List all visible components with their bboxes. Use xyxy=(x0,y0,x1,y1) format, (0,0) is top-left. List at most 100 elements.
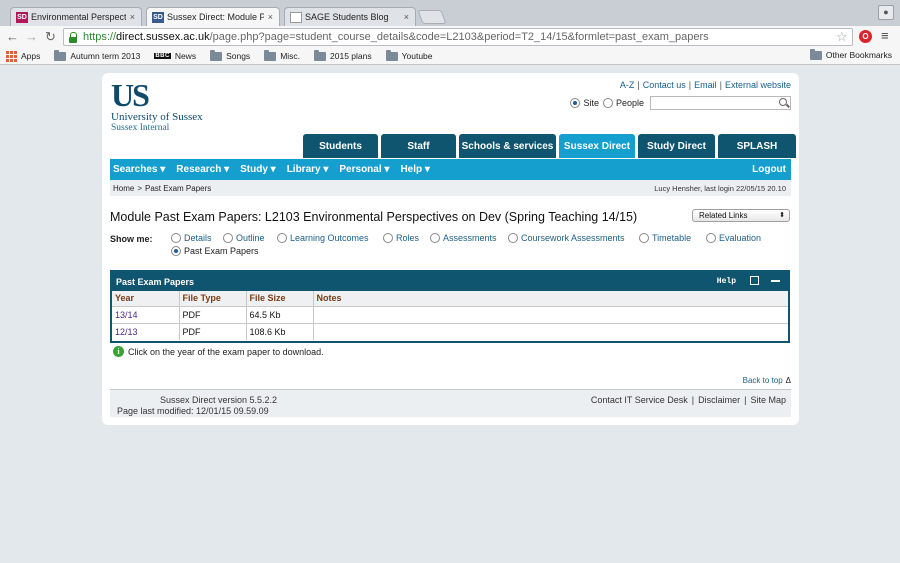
page-title: Module Past Exam Papers: L2103 Environme… xyxy=(110,210,638,224)
bookmark-songs[interactable]: Songs xyxy=(210,49,251,61)
nav-research[interactable]: Research ▾ xyxy=(176,164,229,175)
other-bookmarks[interactable]: Other Bookmarks xyxy=(809,48,892,60)
nav-study[interactable]: Study ▾ xyxy=(240,164,276,175)
link-disclaimer[interactable]: Disclaimer xyxy=(698,395,740,405)
bookmark-apps[interactable]: Apps xyxy=(6,50,40,62)
link-email[interactable]: Email xyxy=(694,80,717,90)
browser-tab-sage-blog[interactable]: SAGE Students Blog × xyxy=(284,7,416,26)
footer-links: Contact IT Service Desk | Disclaimer | Site … xyxy=(591,395,786,405)
bookmarks-bar: Apps Autumn term 2013 BBC News Songs Mis… xyxy=(0,48,900,65)
panel-header: Past Exam Papers Help xyxy=(112,272,788,291)
new-tab-button[interactable] xyxy=(417,10,447,24)
bookmark-label: Songs xyxy=(226,51,251,61)
column-header-file-type: File Type xyxy=(179,291,247,307)
folder-icon xyxy=(314,49,327,61)
browser-tab-environmental[interactable]: SD Environmental Perspective × xyxy=(10,7,142,26)
notes xyxy=(313,323,788,340)
year-link[interactable]: 12/13 xyxy=(112,323,180,340)
tab-splash[interactable]: SPLASH xyxy=(718,134,796,158)
separator: | xyxy=(744,395,747,405)
radio[interactable] xyxy=(706,233,716,243)
university-logo[interactable]: US University of Sussex Sussex Internal xyxy=(111,79,203,134)
tab-close-icon[interactable]: × xyxy=(268,12,273,22)
show-me-label: Show me: xyxy=(110,234,153,244)
option-timetable[interactable]: Timetable xyxy=(639,233,691,243)
bookmark-autumn-term[interactable]: Autumn term 2013 xyxy=(54,49,140,61)
link-site-map[interactable]: Site Map xyxy=(750,395,786,405)
radio[interactable] xyxy=(383,233,393,243)
nav-searches[interactable]: Searches ▾ xyxy=(113,164,165,175)
nav-library[interactable]: Library ▾ xyxy=(287,164,329,175)
logout-link[interactable]: Logout xyxy=(752,164,786,175)
minimize-icon[interactable] xyxy=(771,280,780,282)
menu-icon[interactable]: ≡ xyxy=(881,28,889,43)
radio[interactable] xyxy=(277,233,287,243)
nav-help[interactable]: Help ▾ xyxy=(400,164,429,175)
link-contact-us[interactable]: Contact us xyxy=(643,80,686,90)
breadcrumb-home[interactable]: Home xyxy=(113,184,134,193)
tab-students[interactable]: Students xyxy=(303,134,378,158)
radio[interactable] xyxy=(223,233,233,243)
search-input[interactable] xyxy=(650,96,791,110)
back-to-top-link[interactable]: Back to top xyxy=(743,376,783,385)
link-contact-it[interactable]: Contact IT Service Desk xyxy=(591,395,688,405)
table-row: 12/13 PDF 108.6 Kb xyxy=(112,323,788,340)
browser-tab-sussex-direct[interactable]: SD Sussex Direct: Module Pas × xyxy=(146,7,280,26)
bookmark-youtube[interactable]: Youtube xyxy=(385,49,433,61)
link-a-z[interactable]: A-Z xyxy=(620,80,635,90)
radio[interactable] xyxy=(171,233,181,243)
url-host: direct.sussex.ac.uk xyxy=(116,31,210,43)
option-outline[interactable]: Outline xyxy=(223,233,265,243)
nav-personal[interactable]: Personal ▾ xyxy=(339,164,389,175)
reload-icon[interactable]: ↻ xyxy=(45,30,56,43)
radio[interactable] xyxy=(508,233,518,243)
option-evaluation[interactable]: Evaluation xyxy=(706,233,761,243)
option-details[interactable]: Details xyxy=(171,233,212,243)
option-coursework-assessments[interactable]: Coursework Assessments xyxy=(508,233,625,243)
radio[interactable] xyxy=(430,233,440,243)
forward-icon[interactable]: → xyxy=(25,30,38,43)
page-footer: Sussex Direct version 5.5.2.2 Page last … xyxy=(110,389,791,417)
bookmark-star-icon[interactable]: ☆ xyxy=(836,29,848,45)
folder-icon xyxy=(210,49,223,61)
back-icon[interactable]: ← xyxy=(6,30,19,43)
option-roles[interactable]: Roles xyxy=(383,233,419,243)
option-label: Timetable xyxy=(652,233,692,243)
search-icon[interactable] xyxy=(779,98,787,106)
bookmark-news[interactable]: BBC News xyxy=(154,51,196,61)
other-bookmarks-label: Other Bookmarks xyxy=(825,50,892,60)
bookmark-label: Misc. xyxy=(280,51,301,61)
year-link[interactable]: 13/14 xyxy=(112,306,180,324)
extension-icon[interactable]: O xyxy=(859,30,872,43)
tab-sussex-direct[interactable]: Sussex Direct xyxy=(559,134,635,158)
main-tabs: Students Staff Schools & services Sussex… xyxy=(303,134,796,158)
option-assessments[interactable]: Assessments xyxy=(430,233,497,243)
info-text: Click on the year of the exam paper to d… xyxy=(128,346,324,357)
bookmark-2015-plans[interactable]: 2015 plans xyxy=(314,49,372,61)
tab-staff[interactable]: Staff xyxy=(381,134,456,158)
radio[interactable] xyxy=(171,246,181,256)
site-radio[interactable] xyxy=(570,98,581,108)
apps-icon xyxy=(6,50,17,62)
radio[interactable] xyxy=(639,233,649,243)
profile-icon[interactable]: ● xyxy=(878,5,894,20)
option-past-exam-papers[interactable]: Past Exam Papers xyxy=(171,246,259,256)
option-label: Outline xyxy=(236,233,265,243)
breadcrumb-separator: > xyxy=(137,183,143,193)
link-external-website[interactable]: External website xyxy=(725,80,791,90)
bookmark-misc[interactable]: Misc. xyxy=(264,49,301,61)
related-links-select[interactable]: Related Links ⬍ xyxy=(692,209,790,222)
address-bar[interactable]: https://direct.sussex.ac.uk/page.php?pag… xyxy=(63,28,853,46)
tab-title: Sussex Direct: Module Pas xyxy=(167,12,264,22)
option-label: Learning Outcomes xyxy=(290,233,369,243)
help-link[interactable]: Help xyxy=(717,277,736,286)
tab-study-direct[interactable]: Study Direct xyxy=(638,134,715,158)
popout-icon[interactable] xyxy=(750,276,759,285)
tab-close-icon[interactable]: × xyxy=(404,12,409,22)
info-message: i Click on the year of the exam paper to… xyxy=(113,346,324,357)
tab-schools-services[interactable]: Schools & services xyxy=(459,134,556,158)
option-learning-outcomes[interactable]: Learning Outcomes xyxy=(277,233,369,243)
past-exam-papers-panel: Past Exam Papers Help Year File Type Fil… xyxy=(110,270,790,343)
people-radio[interactable] xyxy=(602,98,613,108)
tab-close-icon[interactable]: × xyxy=(130,12,135,22)
